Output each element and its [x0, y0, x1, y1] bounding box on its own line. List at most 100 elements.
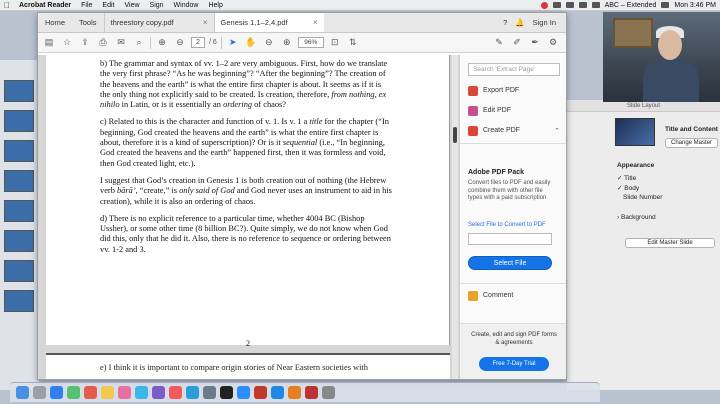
chevron-up-icon[interactable]: ⌃ — [554, 127, 560, 135]
tab-label: threestory copy.pdf — [110, 18, 174, 27]
edit-master-slide-button[interactable]: Edit Master Slide — [625, 238, 715, 248]
save-icon[interactable]: ▤ — [42, 36, 56, 50]
volume-icon[interactable] — [591, 2, 600, 8]
close-icon[interactable]: × — [313, 18, 318, 27]
settings-icon[interactable] — [203, 386, 216, 399]
tv-icon[interactable] — [220, 386, 233, 399]
next-page-icon[interactable]: ⊖ — [173, 36, 187, 50]
clock[interactable]: Mon 3:46 PM — [674, 2, 716, 9]
create-pdf-tool[interactable]: Create PDF ⌃ — [468, 124, 560, 137]
slide-number-label: Slide Number — [623, 194, 663, 201]
slide-thumbnail[interactable] — [4, 230, 34, 252]
zoom-out-icon[interactable]: ⊖ — [262, 36, 276, 50]
dropbox-icon[interactable] — [552, 2, 561, 8]
change-master-button[interactable]: Change Master — [665, 138, 719, 148]
apple-icon[interactable]:  — [0, 1, 14, 10]
slide-thumbnail[interactable] — [4, 170, 34, 192]
slide-thumbnail[interactable] — [4, 80, 34, 102]
scrollbar-thumb[interactable] — [453, 127, 457, 143]
select-cursor-icon[interactable]: ➤ — [226, 36, 240, 50]
layout-preview — [615, 118, 655, 146]
notes-icon[interactable] — [101, 386, 114, 399]
menu-sign[interactable]: Sign — [145, 2, 169, 9]
slide-thumbnail[interactable] — [4, 200, 34, 222]
menu-view[interactable]: View — [119, 2, 144, 9]
safari-icon[interactable] — [50, 386, 63, 399]
vertical-scrollbar[interactable] — [452, 55, 458, 379]
launchpad-icon[interactable] — [33, 386, 46, 399]
print-icon[interactable]: ⎙ — [96, 36, 110, 50]
sign-in-link[interactable]: Sign In — [533, 18, 556, 27]
slide-number-checkbox[interactable]: Slide Number — [623, 194, 662, 201]
screen-recorder-icon[interactable] — [305, 386, 318, 399]
fit-page-icon[interactable]: ⊡ — [328, 36, 342, 50]
search-icon[interactable]: ⌕ — [132, 36, 146, 50]
bookmark-icon[interactable]: ☆ — [60, 36, 74, 50]
tool-label: Create PDF — [483, 127, 520, 134]
pen-icon[interactable]: ✒ — [528, 36, 542, 50]
divider — [150, 36, 151, 49]
bluetooth-icon[interactable] — [565, 2, 574, 8]
close-icon[interactable]: × — [203, 18, 208, 27]
comment-tool[interactable]: Comment — [468, 289, 560, 302]
background-section[interactable]: › Background — [617, 214, 656, 221]
layout-name: Title and Content — [665, 126, 718, 133]
file-path-field[interactable] — [468, 233, 552, 245]
tool-label: Export PDF — [483, 87, 520, 94]
notification-icon[interactable] — [540, 1, 548, 9]
menu-help[interactable]: Help — [203, 2, 227, 9]
upload-icon[interactable]: ⇪ — [78, 36, 92, 50]
page-number: 2 — [246, 339, 250, 348]
calendar-icon[interactable] — [84, 386, 97, 399]
wifi-icon[interactable] — [578, 2, 587, 8]
export-pdf-tool[interactable]: Export PDF — [468, 84, 560, 97]
menu-window[interactable]: Window — [169, 2, 204, 9]
hand-tool-icon[interactable]: ✋ — [244, 36, 258, 50]
app-store-icon[interactable] — [186, 386, 199, 399]
mail-icon[interactable] — [135, 386, 148, 399]
select-file-button[interactable]: Select File — [468, 256, 552, 270]
menu-edit[interactable]: Edit — [97, 2, 119, 9]
keynote-icon[interactable] — [288, 386, 301, 399]
photos-icon[interactable] — [118, 386, 131, 399]
finder-icon[interactable] — [16, 386, 29, 399]
email-icon[interactable]: ✉ — [114, 36, 128, 50]
tab-tools[interactable]: Tools — [72, 13, 104, 32]
slide-thumbnail[interactable] — [4, 290, 34, 312]
scroll-mode-icon[interactable]: ⇅ — [346, 36, 360, 50]
comment-tool-icon — [468, 290, 478, 301]
zoom-in-icon[interactable]: ⊕ — [280, 36, 294, 50]
slide-thumbnail[interactable] — [4, 260, 34, 282]
tools-search-input[interactable]: Search 'Extract Page' — [468, 63, 560, 76]
battery-icon[interactable] — [661, 2, 670, 8]
slide-thumbnail[interactable] — [4, 140, 34, 162]
input-source[interactable]: ABC – Extended — [605, 2, 657, 9]
menu-app-name[interactable]: Acrobat Reader — [14, 2, 76, 9]
edit-pdf-tool[interactable]: Edit PDF — [468, 104, 560, 117]
prev-page-icon[interactable]: ⊕ — [155, 36, 169, 50]
body-checkbox[interactable]: ✓ Body — [617, 184, 639, 192]
tool-label: Comment — [483, 292, 514, 299]
comment-icon[interactable]: ✎ — [492, 36, 506, 50]
notifications-icon[interactable]: 🔔 — [515, 18, 524, 27]
menu-file[interactable]: File — [76, 2, 97, 9]
help-icon[interactable]: ? — [503, 18, 507, 27]
stamp-icon[interactable]: ⚙ — [546, 36, 560, 50]
music-icon[interactable] — [169, 386, 182, 399]
highlight-icon[interactable]: ✐ — [510, 36, 524, 50]
trash-icon[interactable] — [322, 386, 335, 399]
podcasts-icon[interactable] — [152, 386, 165, 399]
tab-document-genesis[interactable]: Genesis 1,1–2,4.pdf × — [213, 13, 324, 32]
tab-document-threestory[interactable]: threestory copy.pdf × — [103, 13, 214, 32]
tab-home[interactable]: Home — [38, 13, 72, 32]
messages-icon[interactable] — [67, 386, 80, 399]
title-checkbox[interactable]: ✓ Title — [617, 174, 636, 182]
acrobat-icon[interactable] — [254, 386, 267, 399]
zoom-icon[interactable] — [237, 386, 250, 399]
word-icon[interactable] — [271, 386, 284, 399]
zoom-select[interactable]: 96% — [297, 37, 324, 48]
slide-thumbnail[interactable] — [4, 110, 34, 132]
page-number-input[interactable]: 2 — [191, 37, 205, 48]
keynote-format-panel: Slide Layout Title and Content Change Ma… — [566, 100, 720, 390]
free-trial-button[interactable]: Free 7-Day Trial — [479, 357, 549, 371]
